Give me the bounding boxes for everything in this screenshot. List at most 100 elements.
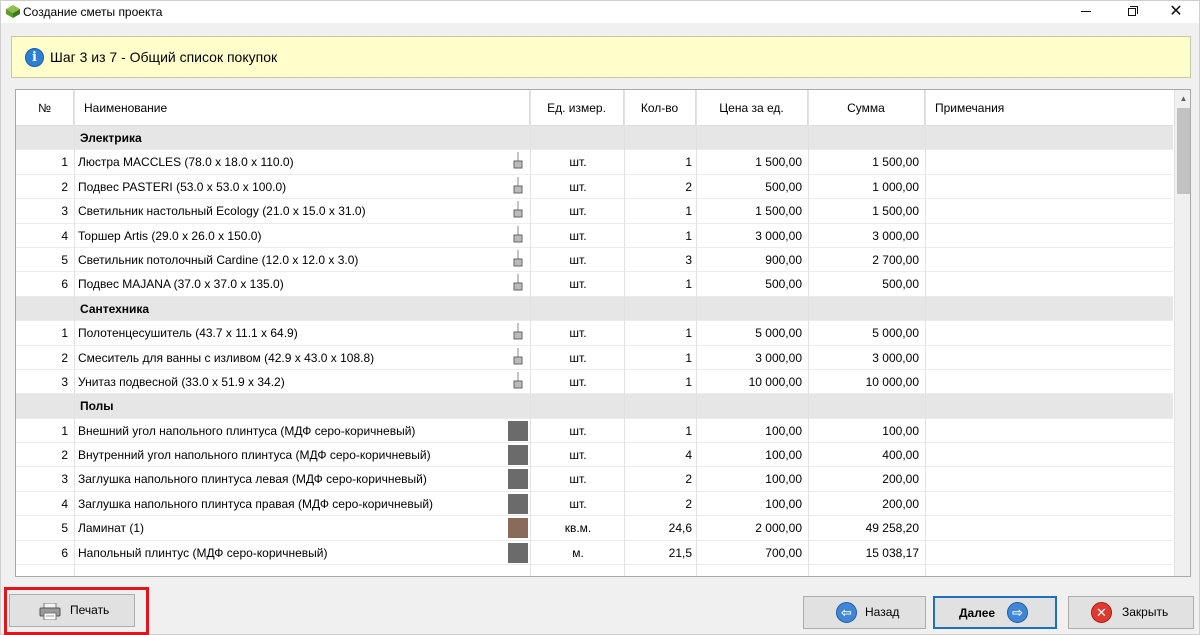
row-number: 2 (61, 350, 68, 365)
row-number: 6 (61, 545, 68, 560)
table-row[interactable]: 5 Светильник потолочный Cardine (12.0 x 1… (16, 248, 1173, 273)
table-row[interactable]: 3 Светильник настольный Ecology (21.0 x 1… (16, 199, 1173, 224)
item-thumbnail (508, 224, 530, 248)
item-price: 700,00 (765, 545, 802, 560)
item-quantity: 1 (685, 326, 692, 341)
col-name-header[interactable]: Наименование (74, 90, 530, 126)
item-note[interactable] (928, 467, 1173, 491)
item-price: 10 000,00 (748, 374, 802, 389)
restore-button[interactable] (1109, 1, 1155, 23)
vertical-scrollbar[interactable]: ▲ (1174, 90, 1190, 576)
item-name: Подвес PASTERI (53.0 x 53.0 x 100.0) (78, 179, 287, 194)
item-name: Унитаз подвесной (33.0 x 51.9 x 34.2) (78, 374, 285, 389)
table-row[interactable]: 5 Ламинат (1) кв.м. 24,6 2 000,00 49 258,20 (16, 516, 1173, 541)
item-name: Торшер Artis (29.0 x 26.0 x 150.0) (78, 228, 262, 243)
item-quantity: 4 (685, 448, 692, 463)
item-sum: 3 000,00 (872, 228, 919, 243)
item-note[interactable] (928, 321, 1173, 345)
item-price: 100,00 (765, 472, 802, 487)
pendant-icon (508, 274, 528, 294)
faucet-icon (508, 347, 528, 368)
close-circle-icon: ✕ (1091, 602, 1112, 623)
table-row[interactable]: 1 Полотенцесушитель (43.7 x 11.1 x 64.9) ш… (16, 321, 1173, 346)
col-sum-header[interactable]: Сумма (808, 90, 925, 126)
table-row[interactable]: 3 Унитаз подвесной (33.0 x 51.9 x 34.2) шт… (16, 370, 1173, 395)
close-label: Закрыть (1122, 605, 1169, 619)
item-thumbnail (508, 541, 530, 565)
item-name: Смеситель для ванны с изливом (42.9 x 43… (78, 350, 375, 365)
table-row[interactable]: 6 Напольный плинтус (МДФ серо-коричневый)… (16, 541, 1173, 566)
group-row[interactable]: Электрика (16, 126, 1173, 151)
group-row[interactable]: Сантехника (16, 296, 1173, 322)
chandelier-icon (508, 152, 528, 172)
row-number: 1 (61, 423, 68, 438)
item-name: Заглушка напольного плинтуса правая (МДФ… (78, 496, 434, 511)
item-note[interactable] (928, 272, 1173, 296)
item-unit: шт. (569, 374, 587, 389)
scroll-up-icon[interactable]: ▲ (1175, 90, 1190, 107)
item-name: Подвес MAJANA (37.0 x 37.0 x 135.0) (78, 277, 284, 292)
row-number: 4 (61, 228, 68, 243)
item-thumbnail (508, 150, 530, 174)
table-row[interactable]: 6 Подвес MAJANA (37.0 x 37.0 x 135.0) шт. 1… (16, 272, 1173, 297)
table-row[interactable]: 4 Заглушка напольного плинтуса правая (МД… (16, 492, 1173, 517)
item-note[interactable] (928, 150, 1173, 174)
table-row[interactable]: 2 Подвес PASTERI (53.0 x 53.0 x 100.0) шт.… (16, 175, 1173, 200)
item-sum: 2 700,00 (872, 252, 919, 267)
table-row[interactable]: 3 Заглушка напольного плинтуса левая (МДФ… (16, 467, 1173, 492)
col-note-header[interactable]: Примечания (925, 90, 1173, 126)
item-quantity: 1 (685, 228, 692, 243)
scrollbar-thumb[interactable] (1177, 108, 1190, 194)
swatch-gray (508, 493, 528, 514)
table-row[interactable]: 4 Торшер Artis (29.0 x 26.0 x 150.0) шт. 1 3… (16, 224, 1173, 248)
col-num-header[interactable]: № (16, 90, 74, 126)
row-number: 5 (61, 521, 68, 536)
group-row[interactable]: Полы (16, 394, 1173, 419)
item-quantity: 1 (685, 204, 692, 219)
col-price-header[interactable]: Цена за ед. (696, 90, 808, 126)
item-quantity: 1 (685, 350, 692, 365)
col-unit-header[interactable]: Ед. измер. (530, 90, 624, 126)
next-button[interactable]: Далее ⇨ (933, 596, 1057, 629)
item-sum: 1 500,00 (872, 204, 919, 219)
close-button[interactable]: ✕ Закрыть (1068, 596, 1194, 629)
table-row[interactable]: 2 Смеситель для ванны с изливом (42.9 x 4… (16, 346, 1173, 370)
item-note[interactable] (928, 175, 1173, 199)
back-button[interactable]: ⇦ Назад (803, 596, 926, 629)
swatch-gray (508, 420, 528, 441)
row-number: 6 (61, 277, 68, 292)
item-unit: шт. (569, 155, 587, 170)
row-number: 3 (61, 472, 68, 487)
table-row[interactable]: 1 Внешний угол напольного плинтуса (МДФ с… (16, 419, 1173, 444)
item-price: 500,00 (765, 277, 802, 292)
item-note[interactable] (928, 492, 1173, 516)
table-body: Электрика 1 Люстра MACCLES (78.0 x 18.0 x … (16, 126, 1173, 566)
item-unit: шт. (569, 472, 587, 487)
item-sum: 5 000,00 (872, 326, 919, 341)
item-thumbnail (508, 516, 530, 540)
item-note[interactable] (928, 248, 1173, 272)
item-note[interactable] (928, 516, 1173, 540)
item-note[interactable] (928, 541, 1173, 565)
item-unit: шт. (569, 496, 587, 511)
minimize-button[interactable] (1063, 1, 1109, 23)
item-price: 900,00 (765, 252, 802, 267)
close-window-button[interactable]: ✕ (1153, 1, 1199, 23)
group-title: Электрика (80, 131, 142, 145)
col-qty-header[interactable]: Кол-во (624, 90, 696, 126)
row-number: 2 (61, 179, 68, 194)
item-note[interactable] (928, 346, 1173, 370)
item-note[interactable] (928, 370, 1173, 394)
item-note[interactable] (928, 224, 1173, 248)
row-number: 4 (61, 496, 68, 511)
table-row[interactable]: 1 Люстра MACCLES (78.0 x 18.0 x 110.0) шт.… (16, 150, 1173, 175)
item-note[interactable] (928, 443, 1173, 467)
item-note[interactable] (928, 199, 1173, 223)
toilet-icon (508, 371, 528, 392)
item-sum: 49 258,20 (865, 521, 919, 536)
print-button[interactable]: Печать (9, 594, 135, 627)
purchase-table[interactable]: № Наименование Ед. измер. Кол-во Цена за… (15, 89, 1191, 577)
table-row[interactable]: 2 Внутренний угол напольного плинтуса (МД… (16, 443, 1173, 468)
table-lamp-icon (508, 201, 528, 221)
item-note[interactable] (928, 419, 1173, 443)
